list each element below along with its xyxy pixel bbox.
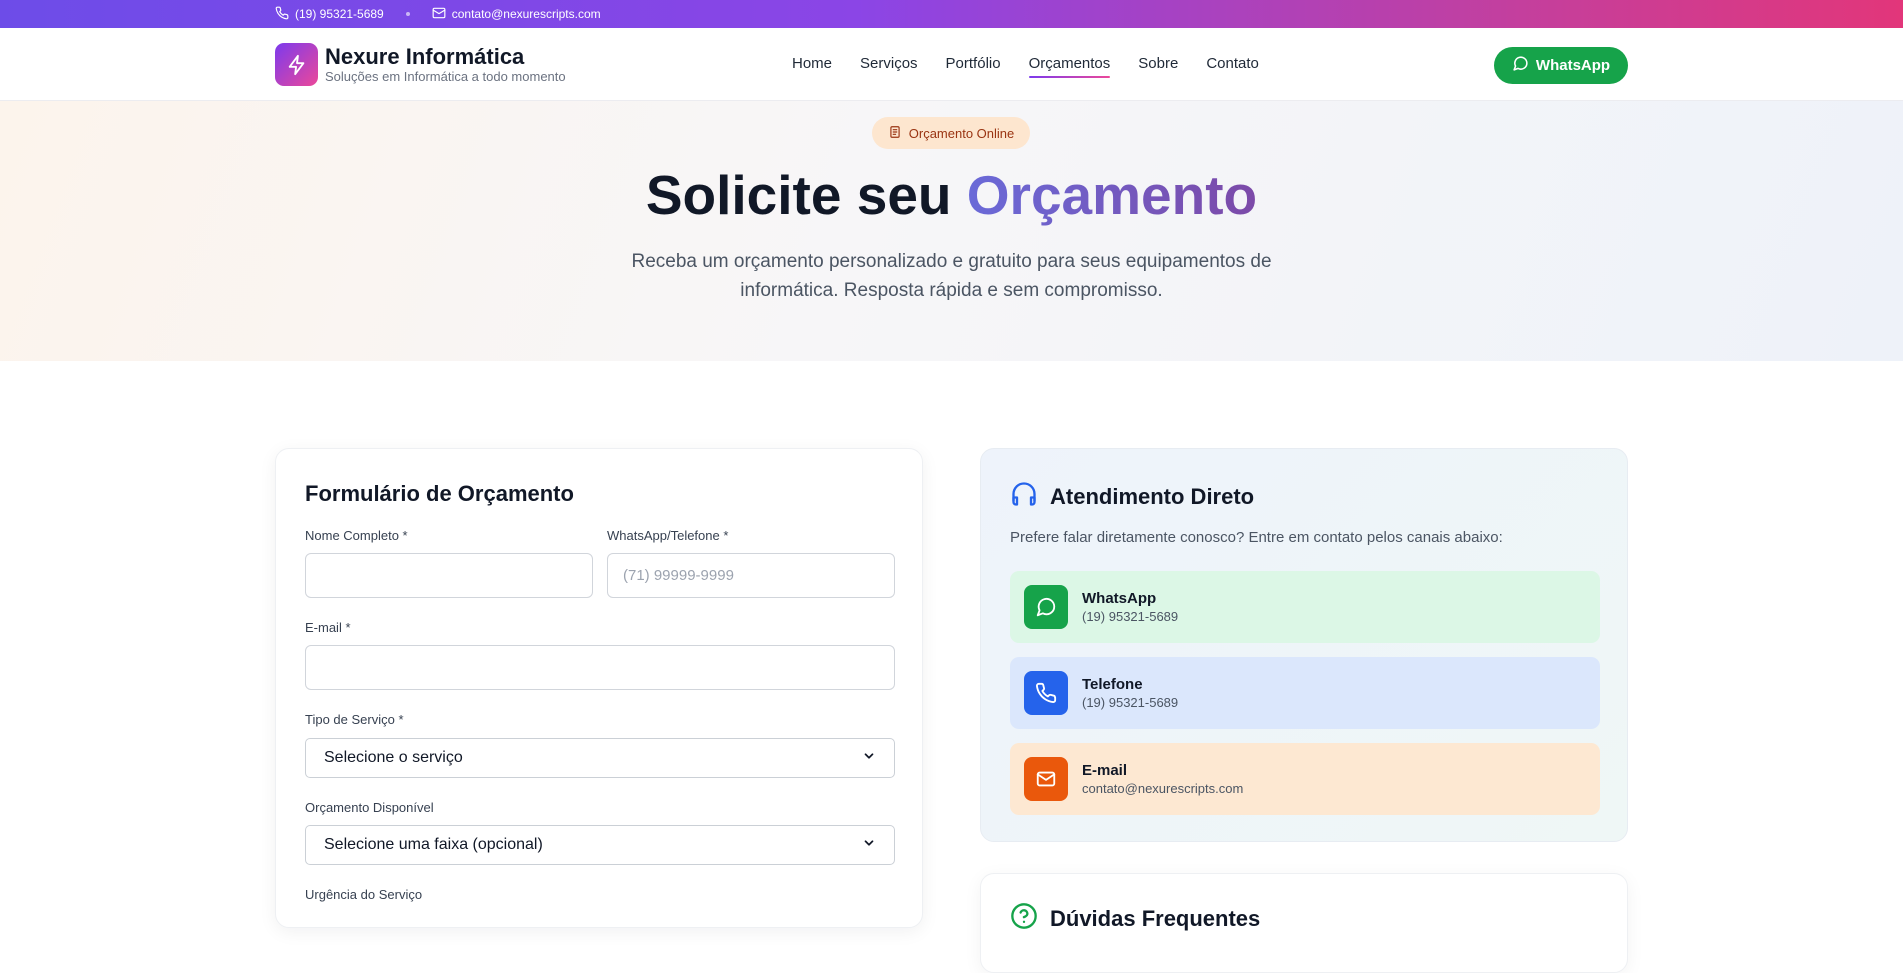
topbar-email-text: contato@nexurescripts.com xyxy=(451,7,601,21)
whatsapp-icon xyxy=(1024,585,1068,629)
topbar-phone-text: (19) 95321-5689 xyxy=(295,7,384,21)
contact-phone-value: (19) 95321-5689 xyxy=(1082,694,1179,710)
topbar-email[interactable]: contato@nexurescripts.com xyxy=(432,6,601,23)
chat-bubble-icon xyxy=(1512,55,1529,76)
phone-label: WhatsApp/Telefone * xyxy=(607,528,729,543)
name-field[interactable] xyxy=(305,553,593,598)
nav-portfolio[interactable]: Portfólio xyxy=(946,55,1001,74)
contact-email-value: contato@nexurescripts.com xyxy=(1082,780,1244,796)
contact-email[interactable]: E-mail contato@nexurescripts.com xyxy=(1010,743,1600,815)
direct-contact-card: Atendimento Direto Prefere falar diretam… xyxy=(980,448,1628,842)
budget-label: Orçamento Disponível xyxy=(305,800,434,815)
contact-phone[interactable]: Telefone (19) 95321-5689 xyxy=(1010,657,1600,729)
urgency-label: Urgência do Serviço xyxy=(305,887,423,902)
document-icon xyxy=(888,125,902,142)
whatsapp-button[interactable]: WhatsApp xyxy=(1494,47,1628,84)
contact-whatsapp[interactable]: WhatsApp (19) 95321-5689 xyxy=(1010,571,1600,643)
top-contact-bar: (19) 95321-5689 contato@nexurescripts.co… xyxy=(0,0,1903,28)
help-circle-icon xyxy=(1010,902,1038,936)
nav-orcamentos[interactable]: Orçamentos xyxy=(1028,55,1110,78)
direct-contact-title: Atendimento Direto xyxy=(1010,480,1254,514)
brand-name: Nexure Informática xyxy=(325,43,525,69)
page-title-highlight: Orçamento xyxy=(966,164,1258,226)
whatsapp-button-label: WhatsApp xyxy=(1535,57,1611,74)
contact-whatsapp-name: WhatsApp xyxy=(1082,589,1157,607)
page-title-part1: Solicite seu xyxy=(645,164,967,226)
faq-card: Dúvidas Frequentes xyxy=(980,873,1628,973)
nav-servicos[interactable]: Serviços xyxy=(860,55,918,74)
phone-icon xyxy=(1024,671,1068,715)
contact-phone-name: Telefone xyxy=(1082,675,1143,693)
nav-home[interactable]: Home xyxy=(792,55,832,74)
topbar-phone[interactable]: (19) 95321-5689 xyxy=(275,6,384,23)
contact-email-name: E-mail xyxy=(1082,761,1128,779)
main-navbar: Nexure Informática Soluções em Informáti… xyxy=(0,28,1903,101)
form-title: Formulário de Orçamento xyxy=(305,481,574,506)
contact-whatsapp-value: (19) 95321-5689 xyxy=(1082,608,1179,624)
direct-contact-text: Prefere falar diretamente conosco? Entre… xyxy=(1010,529,1503,546)
nav-menu: Home Serviços Portfólio Orçamentos Sobre… xyxy=(792,28,1259,101)
service-select-value: Selecione o serviço xyxy=(324,749,463,766)
quote-form-card: Formulário de Orçamento Nome Completo * … xyxy=(275,448,923,928)
lightning-bolt-icon xyxy=(275,43,318,86)
chevron-down-icon xyxy=(862,749,876,768)
faq-title-text: Dúvidas Frequentes xyxy=(1050,906,1261,931)
budget-select[interactable]: Selecione uma faixa (opcional) xyxy=(305,825,895,865)
phone-icon xyxy=(275,6,289,23)
nav-contato[interactable]: Contato xyxy=(1206,55,1259,74)
name-label: Nome Completo * xyxy=(305,528,408,543)
email-field[interactable] xyxy=(305,645,895,690)
budget-select-value: Selecione uma faixa (opcional) xyxy=(324,836,543,853)
headphones-icon xyxy=(1010,480,1038,514)
topbar-separator xyxy=(405,12,410,16)
service-select[interactable]: Selecione o serviço xyxy=(305,738,895,778)
direct-contact-title-text: Atendimento Direto xyxy=(1050,484,1255,509)
page-title: Solicite seu Orçamento xyxy=(0,163,1903,227)
hero-section: Orçamento Online Solicite seu Orçamento … xyxy=(0,101,1903,361)
email-label: E-mail * xyxy=(305,620,351,635)
chevron-down-icon xyxy=(862,836,876,855)
brand-tagline: Soluções em Informática a todo momento xyxy=(325,68,566,84)
hero-description: Receba um orçamento personalizado e grat… xyxy=(631,251,1272,301)
mail-icon xyxy=(1024,757,1068,801)
mail-icon xyxy=(432,6,446,23)
service-label: Tipo de Serviço * xyxy=(305,712,404,727)
hero-badge: Orçamento Online xyxy=(872,117,1030,149)
phone-field[interactable] xyxy=(607,553,895,598)
hero-badge-label: Orçamento Online xyxy=(908,125,1015,141)
nav-sobre[interactable]: Sobre xyxy=(1138,55,1178,74)
faq-title: Dúvidas Frequentes xyxy=(1010,902,1260,936)
brand-logo[interactable]: Nexure Informática Soluções em Informáti… xyxy=(275,43,566,86)
